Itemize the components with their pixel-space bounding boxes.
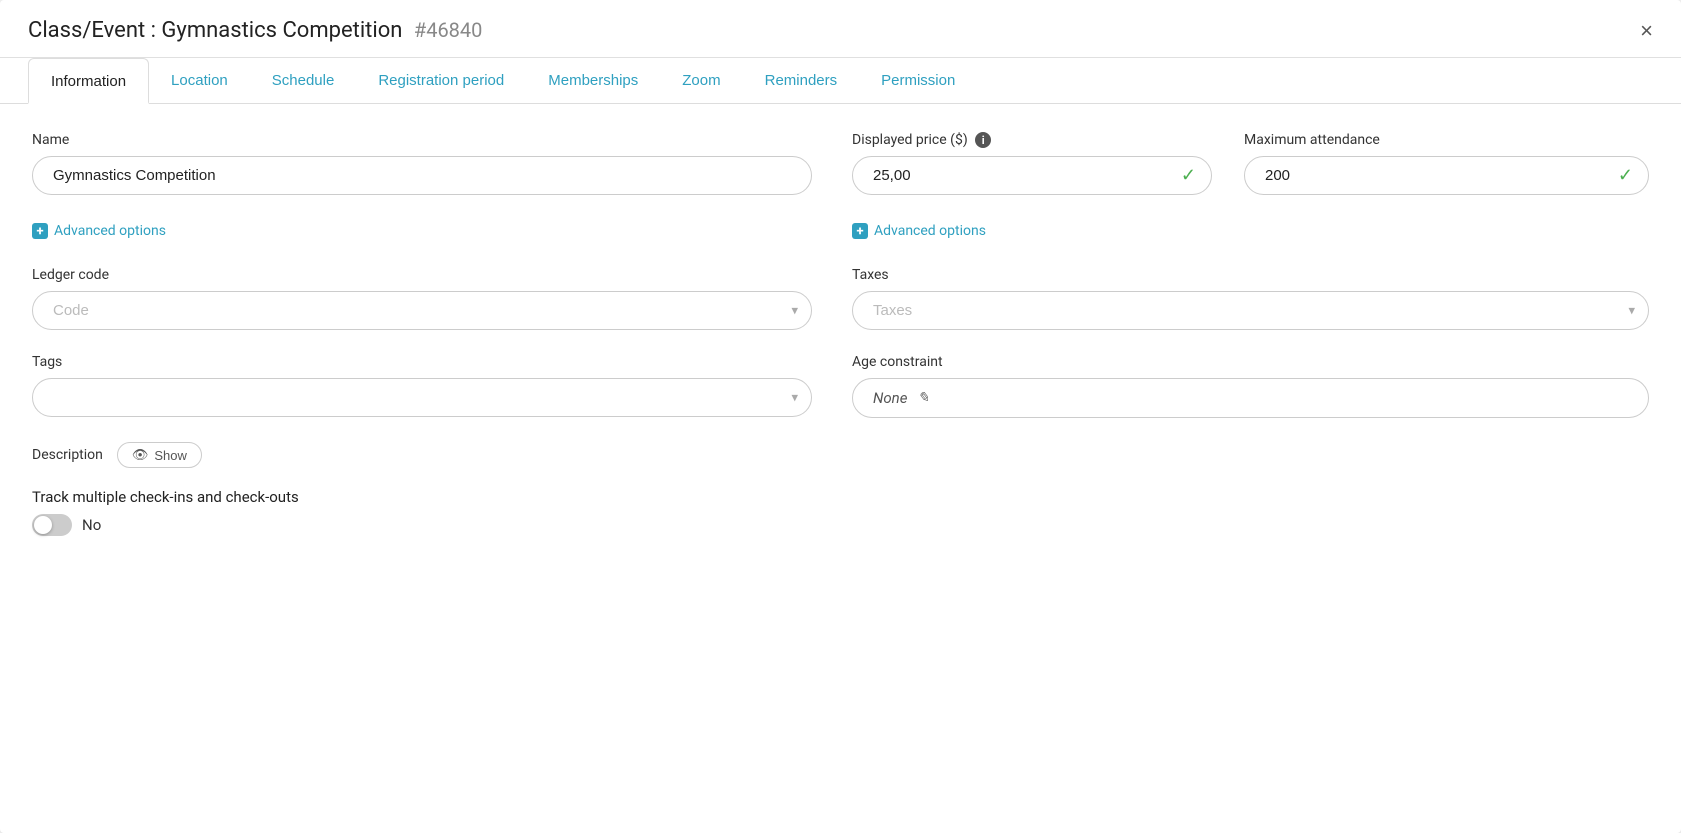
modal-header: Class/Event : Gymnastics Competition #46… xyxy=(0,0,1681,58)
tags-group: Tags ▾ xyxy=(32,354,812,417)
plus-icon-right: + xyxy=(852,223,868,239)
track-label: Track multiple check-ins and check-outs xyxy=(32,488,1649,506)
advanced-options-left-label: Advanced options xyxy=(54,223,166,239)
name-label: Name xyxy=(32,132,812,148)
price-input[interactable] xyxy=(852,156,1212,195)
tab-schedule[interactable]: Schedule xyxy=(250,58,357,103)
toggle-row: No xyxy=(32,514,1649,536)
taxes-group: Taxes Taxes ▾ xyxy=(852,267,1649,330)
advanced-options-row: + Advanced options + Advanced options xyxy=(32,219,1649,247)
name-group: Name xyxy=(32,132,812,195)
ledger-taxes-row: Ledger code Code ▾ Taxes Taxes xyxy=(32,267,1649,330)
event-id: #46840 xyxy=(414,18,483,42)
tab-information[interactable]: Information xyxy=(28,58,149,104)
show-label: Show xyxy=(154,448,187,463)
ledger-select[interactable]: Code xyxy=(32,291,812,330)
ledger-select-wrapper: Code ▾ xyxy=(32,291,812,330)
toggle-knob xyxy=(34,516,52,534)
max-attendance-group: Maximum attendance ✓ xyxy=(1244,132,1649,195)
tab-memberships[interactable]: Memberships xyxy=(526,58,660,103)
taxes-label: Taxes xyxy=(852,267,1649,283)
price-group-wrapper: Displayed price ($) i ✓ xyxy=(852,132,1212,195)
ledger-group: Ledger code Code ▾ xyxy=(32,267,812,330)
age-constraint-label: Age constraint xyxy=(852,354,1649,370)
age-constraint-group: Age constraint None ✎ xyxy=(852,354,1649,418)
tags-age-row: Tags ▾ Age constraint None ✎ xyxy=(32,354,1649,418)
name-input[interactable] xyxy=(32,156,812,195)
title-text: Class/Event : Gymnastics Competition xyxy=(28,18,402,43)
edit-icon: ✎ xyxy=(917,390,929,406)
advanced-left: + Advanced options xyxy=(32,219,812,247)
advanced-options-left-button[interactable]: + Advanced options xyxy=(32,223,812,239)
age-constraint-field[interactable]: None ✎ xyxy=(852,378,1649,418)
advanced-options-right-label: Advanced options xyxy=(874,223,986,239)
tags-select[interactable] xyxy=(32,378,812,417)
content-area: Name Displayed price ($) i ✓ xyxy=(0,104,1681,572)
tab-permission[interactable]: Permission xyxy=(859,58,977,103)
ledger-label: Ledger code xyxy=(32,267,812,283)
tab-location[interactable]: Location xyxy=(149,58,250,103)
price-label: Displayed price ($) i xyxy=(852,132,1212,148)
track-row: Track multiple check-ins and check-outs … xyxy=(32,488,1649,536)
description-row: Description 👁 Show xyxy=(32,442,1649,468)
taxes-select[interactable]: Taxes xyxy=(852,291,1649,330)
tags-label: Tags xyxy=(32,354,812,370)
name-price-row: Name Displayed price ($) i ✓ xyxy=(32,132,1649,195)
toggle-label: No xyxy=(82,516,101,534)
ledger-column: Ledger code Code ▾ xyxy=(32,267,812,330)
tags-column: Tags ▾ xyxy=(32,354,812,418)
price-label-text: Displayed price ($) xyxy=(852,132,968,148)
taxes-select-wrapper: Taxes ▾ xyxy=(852,291,1649,330)
price-group: Displayed price ($) i ✓ xyxy=(852,132,1212,195)
plus-icon-left: + xyxy=(32,223,48,239)
name-column: Name xyxy=(32,132,812,195)
tab-bar: Information Location Schedule Registrati… xyxy=(0,58,1681,104)
toggle-switch[interactable] xyxy=(32,514,72,536)
modal: Class/Event : Gymnastics Competition #46… xyxy=(0,0,1681,833)
close-button[interactable]: × xyxy=(1640,20,1653,42)
tab-reminders[interactable]: Reminders xyxy=(743,58,860,103)
info-icon: i xyxy=(975,132,991,148)
age-constraint-column: Age constraint None ✎ xyxy=(852,354,1649,418)
max-attendance-input[interactable] xyxy=(1244,156,1649,195)
max-attendance-label: Maximum attendance xyxy=(1244,132,1649,148)
max-input-wrapper: ✓ xyxy=(1244,156,1649,195)
taxes-column: Taxes Taxes ▾ xyxy=(852,267,1649,330)
page-title: Class/Event : Gymnastics Competition #46… xyxy=(28,18,482,43)
age-constraint-value: None xyxy=(873,389,907,407)
max-check-icon: ✓ xyxy=(1618,165,1633,186)
price-input-wrapper: ✓ xyxy=(852,156,1212,195)
advanced-options-right-button[interactable]: + Advanced options xyxy=(852,223,1649,239)
tab-zoom[interactable]: Zoom xyxy=(660,58,742,103)
tab-registration-period[interactable]: Registration period xyxy=(356,58,526,103)
price-max-column: Displayed price ($) i ✓ Maximum attendan… xyxy=(852,132,1649,195)
advanced-right: + Advanced options xyxy=(852,219,1649,247)
tags-select-wrapper: ▾ xyxy=(32,378,812,417)
price-check-icon: ✓ xyxy=(1181,165,1196,186)
show-button[interactable]: 👁 Show xyxy=(117,442,202,468)
max-group-wrapper: Maximum attendance ✓ xyxy=(1244,132,1649,195)
description-label: Description xyxy=(32,447,103,463)
eye-icon: 👁 xyxy=(132,447,149,463)
